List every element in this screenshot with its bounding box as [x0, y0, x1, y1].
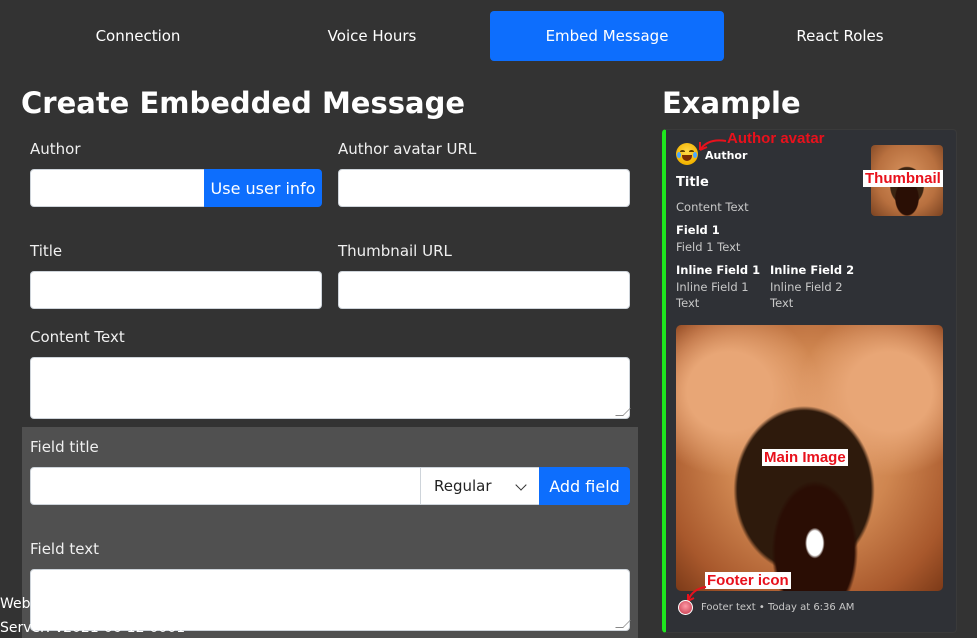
- use-user-info-button[interactable]: Use user info: [204, 169, 322, 207]
- field-type-selected: Regular: [434, 477, 492, 495]
- author-avatar-url-label: Author avatar URL: [338, 140, 477, 158]
- annotation-arrow-icon: [699, 139, 727, 151]
- embed-inline2-value-2: Text: [770, 296, 794, 310]
- embed-footer-text: Footer text • Today at 6:36 AM: [701, 602, 855, 613]
- embed-inline2-value: Inline Field 2: [770, 280, 843, 294]
- nav-tabs: Connection Voice Hours Embed Message Rea…: [0, 0, 977, 70]
- tab-react-roles[interactable]: React Roles: [723, 11, 957, 61]
- field-title-label: Field title: [30, 438, 99, 456]
- page-title: Create Embedded Message: [21, 86, 465, 120]
- embed-inline2-name: Inline Field 2: [770, 263, 855, 277]
- thumbnail-url-label: Thumbnail URL: [338, 242, 452, 260]
- example-heading: Example: [662, 86, 801, 120]
- embed-inline1-name: Inline Field 1: [676, 263, 761, 277]
- footer-web-label: Web: [0, 596, 31, 612]
- content-text-textarea[interactable]: [30, 357, 631, 419]
- tab-voice-hours[interactable]: Voice Hours: [255, 11, 489, 61]
- field-title-input[interactable]: [30, 467, 422, 505]
- embed-inline1-value-2: Text: [676, 296, 700, 310]
- embed-field1-name: Field 1: [676, 223, 720, 237]
- author-label: Author: [30, 140, 81, 158]
- annotation-author-avatar: Author avatar: [727, 130, 825, 147]
- add-field-button[interactable]: Add field: [539, 467, 630, 505]
- embed-title: Title: [676, 175, 709, 190]
- tab-embed-message[interactable]: Embed Message: [490, 11, 724, 61]
- title-label: Title: [30, 242, 63, 260]
- footer-icon: [678, 600, 693, 615]
- embed-field1-value: Field 1 Text: [676, 240, 741, 254]
- author-input[interactable]: [30, 169, 206, 207]
- field-text-label: Field text: [30, 540, 99, 558]
- content-text-label: Content Text: [30, 328, 125, 346]
- resize-grip-icon[interactable]: [615, 620, 631, 628]
- resize-grip-icon[interactable]: [615, 408, 631, 416]
- annotation-main-image: Main Image: [762, 449, 848, 466]
- chevron-down-icon: [515, 479, 527, 491]
- annotation-footer-icon: Footer icon: [705, 572, 791, 589]
- embed-inline1-value: Inline Field 1: [676, 280, 749, 294]
- embed-content: Content Text: [676, 200, 749, 214]
- annotation-thumbnail: Thumbnail: [863, 170, 943, 187]
- field-type-select[interactable]: Regular: [420, 467, 540, 505]
- thumbnail-url-input[interactable]: [338, 271, 630, 309]
- tab-connection[interactable]: Connection: [21, 11, 255, 61]
- title-input[interactable]: [30, 271, 322, 309]
- author-avatar-url-input[interactable]: [338, 169, 630, 207]
- footer-server-version: Server: v2021-06-12-0001: [0, 620, 186, 636]
